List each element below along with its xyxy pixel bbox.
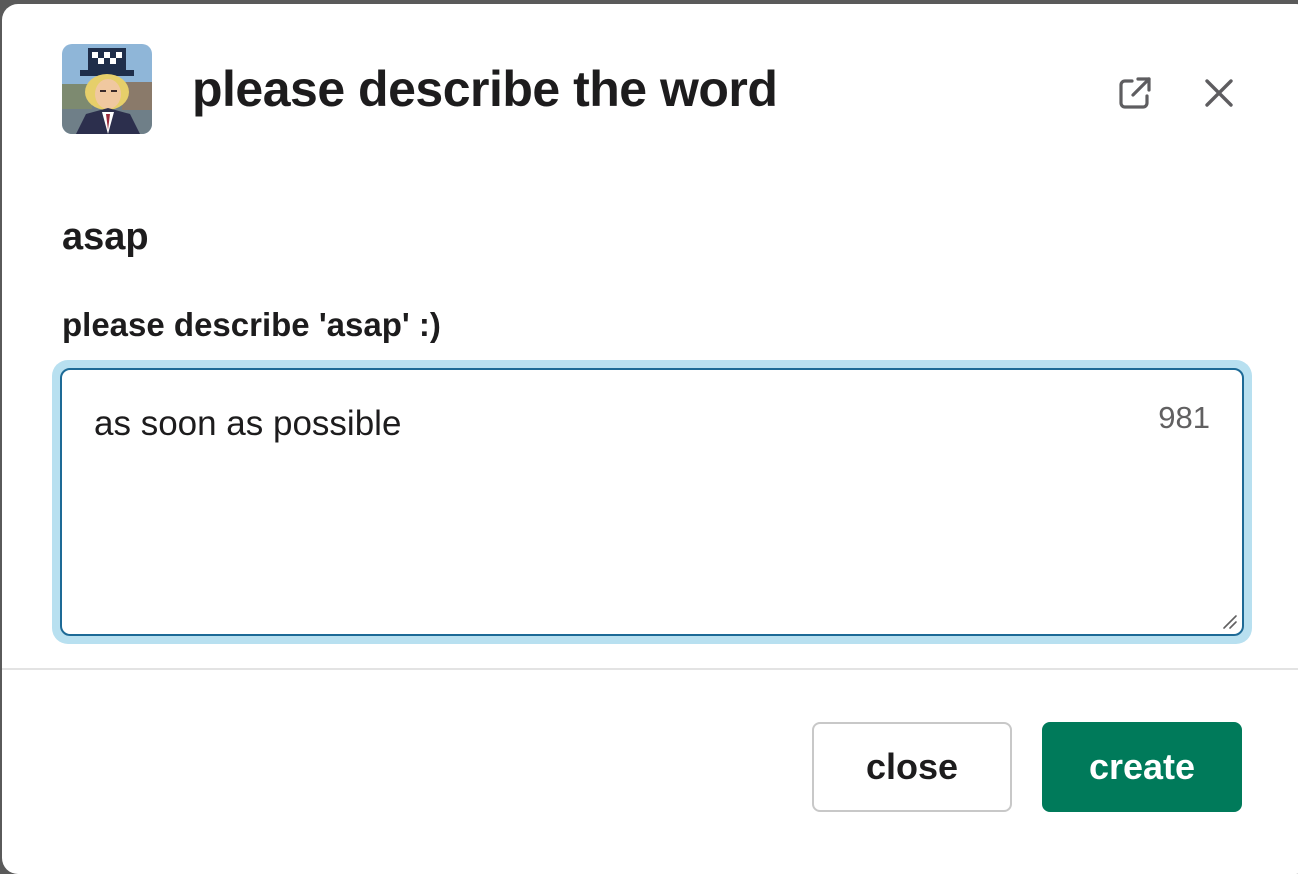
open-in-new-window-button[interactable]	[1112, 70, 1158, 116]
description-textarea[interactable]: as soon as possible 981	[60, 368, 1244, 636]
close-button[interactable]: close	[812, 722, 1012, 812]
character-counter: 981	[1158, 400, 1210, 435]
description-textarea-value: as soon as possible	[94, 404, 402, 443]
footer-divider	[2, 668, 1298, 670]
modal-title: please describe the word	[192, 61, 778, 117]
close-modal-button[interactable]	[1196, 70, 1242, 116]
modal-dialog: please describe the word asap please des…	[2, 4, 1298, 874]
resize-handle-icon[interactable]	[1220, 612, 1238, 630]
create-button[interactable]: create	[1042, 722, 1242, 812]
description-textarea-focus-ring: as soon as possible 981	[52, 360, 1252, 644]
section-title: asap	[62, 216, 149, 258]
app-avatar	[62, 44, 152, 134]
avatar-image	[62, 44, 152, 134]
description-field-label: please describe 'asap' :)	[62, 306, 441, 343]
close-icon	[1205, 79, 1233, 107]
external-link-icon	[1119, 77, 1151, 109]
modal-header: please describe the word	[62, 44, 1252, 140]
